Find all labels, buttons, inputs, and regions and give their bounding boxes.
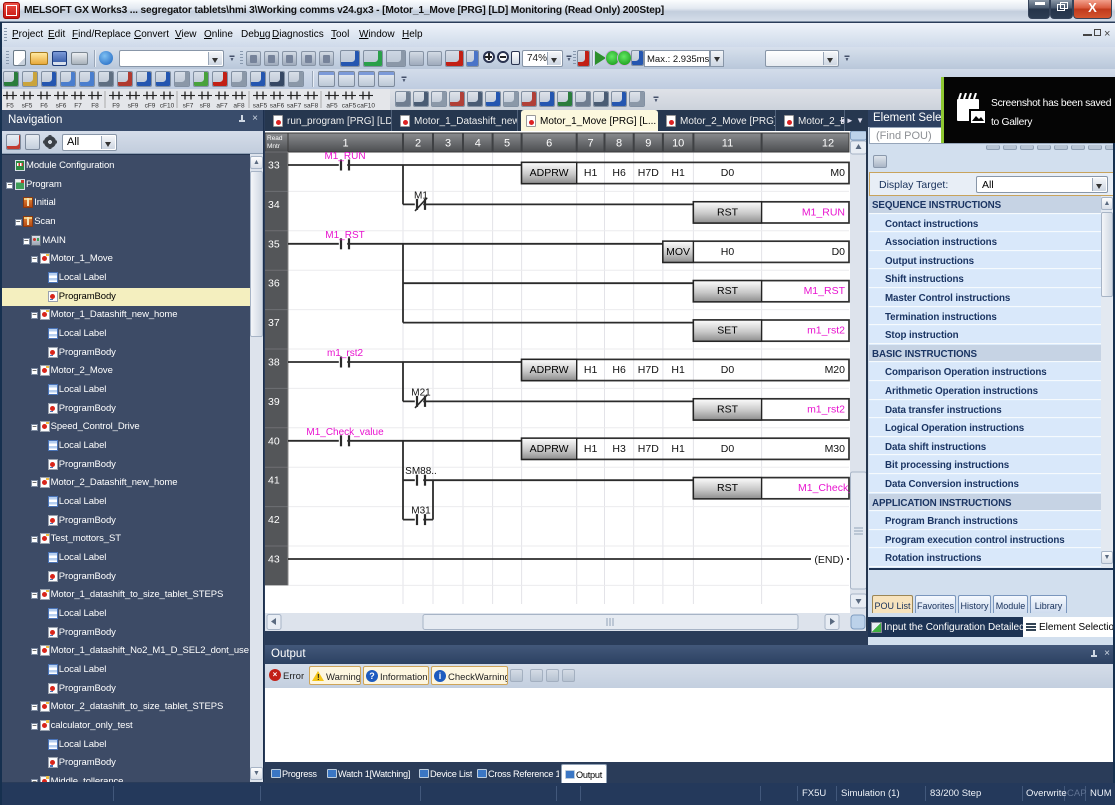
svg-text:M1: M1 [414,190,428,201]
svg-text:12: 12 [822,138,834,150]
svg-text:H0: H0 [721,246,735,258]
svg-text:8: 8 [616,138,622,150]
svg-text:H6: H6 [612,364,626,376]
svg-text:saF6: saF6 [270,103,285,110]
svg-text:33: 33 [268,160,280,172]
svg-text:6: 6 [546,138,552,150]
svg-text:43: 43 [268,554,280,566]
svg-text:SM88..: SM88.. [405,466,437,477]
svg-text:aF7: aF7 [216,103,228,110]
svg-text:M1_RUN: M1_RUN [802,206,845,218]
svg-text:H1: H1 [584,167,598,179]
svg-text:SET: SET [717,325,738,337]
svg-text:H3: H3 [612,443,626,455]
svg-text:M0: M0 [830,167,845,179]
svg-text:1: 1 [342,138,348,150]
svg-text:M1_RST: M1_RST [325,230,364,241]
svg-text:m1_rst2: m1_rst2 [327,348,364,359]
svg-text:sF8: sF8 [200,103,211,110]
svg-text:aF8: aF8 [233,103,245,110]
svg-text:4: 4 [475,138,481,150]
svg-text:H6: H6 [612,167,626,179]
svg-text:34: 34 [268,199,280,211]
svg-text:9: 9 [645,138,651,150]
svg-text:2: 2 [415,138,421,150]
svg-text:m1_rst2: m1_rst2 [807,403,845,415]
svg-text:saF7: saF7 [287,103,302,110]
svg-text:aF5: aF5 [326,103,338,110]
svg-text:Read: Read [267,135,283,142]
svg-text:Mntr: Mntr [267,143,281,150]
svg-text:M20: M20 [825,364,846,376]
svg-text:RST: RST [717,206,739,218]
svg-text:sF7: sF7 [183,103,194,110]
svg-text:M21: M21 [411,387,431,398]
svg-text:D0: D0 [832,246,846,258]
svg-text:F9: F9 [112,103,120,110]
svg-text:M30: M30 [825,443,846,455]
svg-text:5: 5 [504,138,510,150]
svg-text:(END): (END) [814,554,843,566]
svg-text:H7D: H7D [638,167,659,179]
svg-text:42: 42 [268,514,280,526]
svg-text:D0: D0 [721,443,735,455]
svg-text:saF5: saF5 [253,103,268,110]
svg-text:H1: H1 [584,443,598,455]
svg-text:caF5: caF5 [342,103,357,110]
svg-text:M1_Check_value: M1_Check_value [306,427,384,438]
svg-text:F5: F5 [6,103,14,110]
svg-text:sF6: sF6 [56,103,67,110]
svg-text:F6: F6 [40,103,48,110]
svg-text:F8: F8 [91,103,99,110]
svg-text:ADPRW: ADPRW [530,167,569,179]
svg-text:36: 36 [268,278,280,290]
svg-text:F7: F7 [74,103,82,110]
svg-text:caF10: caF10 [357,103,375,110]
svg-text:ADPRW: ADPRW [530,364,569,376]
svg-text:10: 10 [672,138,684,150]
svg-text:40: 40 [268,435,280,447]
svg-text:H1: H1 [671,167,685,179]
svg-text:39: 39 [268,396,280,408]
svg-text:saF8: saF8 [304,103,319,110]
svg-text:M1_RUN: M1_RUN [324,151,365,162]
svg-text:37: 37 [268,317,280,329]
svg-text:RST: RST [717,285,739,297]
svg-text:7: 7 [588,138,594,150]
svg-text:sF9: sF9 [128,103,139,110]
svg-text:D0: D0 [721,364,735,376]
svg-text:RST: RST [717,482,739,494]
svg-text:35: 35 [268,238,280,250]
svg-text:MOV: MOV [666,246,690,258]
svg-text:11: 11 [722,138,733,150]
svg-text:38: 38 [268,357,280,369]
svg-text:41: 41 [268,475,280,487]
svg-text:cF10: cF10 [160,103,175,110]
svg-text:H1: H1 [584,364,598,376]
svg-text:M31: M31 [411,506,431,517]
svg-text:H1: H1 [671,364,685,376]
svg-text:H7D: H7D [638,364,659,376]
svg-text:ADPRW: ADPRW [530,443,569,455]
svg-text:m1_rst2: m1_rst2 [807,325,845,337]
svg-text:3: 3 [445,138,451,150]
svg-text:cF9: cF9 [145,103,156,110]
svg-text:D0: D0 [721,167,735,179]
svg-text:sF5: sF5 [22,103,33,110]
svg-text:H7D: H7D [638,443,659,455]
svg-text:RST: RST [717,403,739,415]
svg-text:M1_RST: M1_RST [804,285,846,297]
svg-text:H1: H1 [671,443,685,455]
